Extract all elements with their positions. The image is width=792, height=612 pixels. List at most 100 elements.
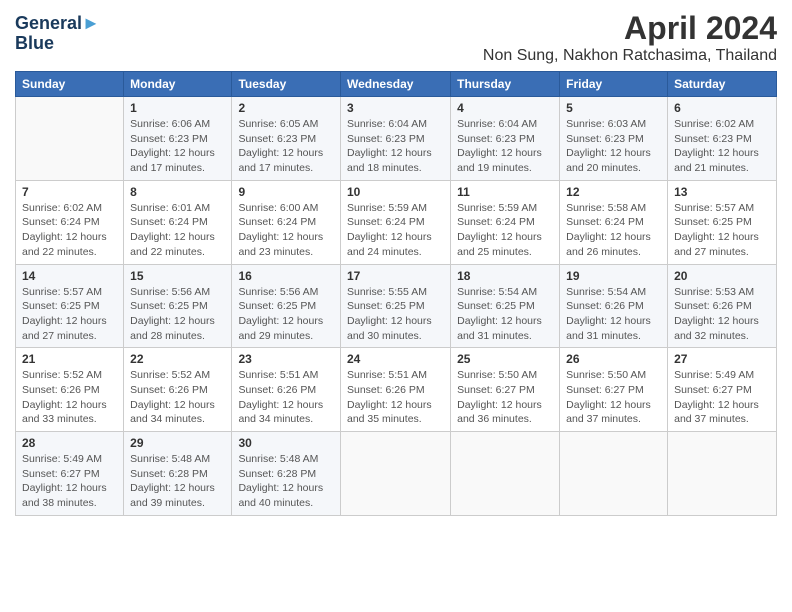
day-number: 17 xyxy=(347,269,444,283)
table-row: 19 Sunrise: 5:54 AM Sunset: 6:26 PM Dayli… xyxy=(560,264,668,348)
day-number: 16 xyxy=(238,269,334,283)
table-row: 15Sunrise: 5:56 AM Sunset: 6:25 PM Dayli… xyxy=(124,264,232,348)
calendar-week-row: 28Sunrise: 5:49 AM Sunset: 6:27 PM Dayli… xyxy=(16,432,777,516)
table-row: 23Sunrise: 5:51 AM Sunset: 6:26 PM Dayli… xyxy=(232,348,341,432)
table-row xyxy=(340,432,450,516)
day-number: 10 xyxy=(347,185,444,199)
day-info: Sunrise: 5:55 AM Sunset: 6:25 PM Dayligh… xyxy=(347,285,444,344)
col-tuesday: Tuesday xyxy=(232,72,341,97)
day-info: Sunrise: 5:54 AM Sunset: 6:25 PM Dayligh… xyxy=(457,285,553,344)
table-row: 21 Sunrise: 5:52 AM Sunset: 6:26 PM Dayli… xyxy=(16,348,124,432)
table-row: 16Sunrise: 5:56 AM Sunset: 6:25 PM Dayli… xyxy=(232,264,341,348)
day-number: 20 xyxy=(674,269,770,283)
day-info: Sunrise: 6:05 AM Sunset: 6:23 PM Dayligh… xyxy=(238,117,334,176)
day-number: 9 xyxy=(238,185,334,199)
day-number: 7 xyxy=(22,185,117,199)
day-info: Sunrise: 6:00 AM Sunset: 6:24 PM Dayligh… xyxy=(238,201,334,260)
table-row xyxy=(560,432,668,516)
day-number: 8 xyxy=(130,185,225,199)
day-info: Sunrise: 5:59 AM Sunset: 6:24 PM Dayligh… xyxy=(457,201,553,260)
day-number: 11 xyxy=(457,185,553,199)
day-number: 28 xyxy=(22,436,117,450)
day-number: 26 xyxy=(566,352,661,366)
day-number: 2 xyxy=(238,101,334,115)
day-number: 14 xyxy=(22,269,117,283)
day-info: Sunrise: 5:58 AM Sunset: 6:24 PM Dayligh… xyxy=(566,201,661,260)
day-number: 27 xyxy=(674,352,770,366)
day-number: 22 xyxy=(130,352,225,366)
day-number: 30 xyxy=(238,436,334,450)
table-row: 6 Sunrise: 6:02 AM Sunset: 6:23 PM Daylig… xyxy=(668,97,777,181)
day-info: Sunrise: 5:57 AM Sunset: 6:25 PM Dayligh… xyxy=(674,201,770,260)
header: General►Blue April 2024 Non Sung, Nakhon… xyxy=(15,10,777,65)
day-info: Sunrise: 5:54 AM Sunset: 6:26 PM Dayligh… xyxy=(566,285,661,344)
table-row: 27 Sunrise: 5:49 AM Sunset: 6:27 PM Dayli… xyxy=(668,348,777,432)
table-row: 8 Sunrise: 6:01 AM Sunset: 6:24 PM Daylig… xyxy=(124,180,232,264)
page-container: General►Blue April 2024 Non Sung, Nakhon… xyxy=(0,0,792,526)
logo-text: General►Blue xyxy=(15,14,100,54)
day-info: Sunrise: 6:01 AM Sunset: 6:24 PM Dayligh… xyxy=(130,201,225,260)
table-row: 4 Sunrise: 6:04 AM Sunset: 6:23 PM Daylig… xyxy=(451,97,560,181)
day-number: 19 xyxy=(566,269,661,283)
day-number: 13 xyxy=(674,185,770,199)
day-info: Sunrise: 5:57 AM Sunset: 6:25 PM Dayligh… xyxy=(22,285,117,344)
day-number: 24 xyxy=(347,352,444,366)
table-row: 5 Sunrise: 6:03 AM Sunset: 6:23 PM Daylig… xyxy=(560,97,668,181)
day-number: 18 xyxy=(457,269,553,283)
table-row: 2 Sunrise: 6:05 AM Sunset: 6:23 PM Daylig… xyxy=(232,97,341,181)
table-row: 24 Sunrise: 5:51 AM Sunset: 6:26 PM Dayli… xyxy=(340,348,450,432)
day-number: 12 xyxy=(566,185,661,199)
table-row: 9 Sunrise: 6:00 AM Sunset: 6:24 PM Daylig… xyxy=(232,180,341,264)
calendar-week-row: 7Sunrise: 6:02 AM Sunset: 6:24 PM Daylig… xyxy=(16,180,777,264)
calendar-week-row: 1 Sunrise: 6:06 AM Sunset: 6:23 PM Daylig… xyxy=(16,97,777,181)
title-area: April 2024 Non Sung, Nakhon Ratchasima, … xyxy=(483,10,777,65)
table-row: 18 Sunrise: 5:54 AM Sunset: 6:25 PM Dayli… xyxy=(451,264,560,348)
day-number: 6 xyxy=(674,101,770,115)
col-thursday: Thursday xyxy=(451,72,560,97)
subtitle: Non Sung, Nakhon Ratchasima, Thailand xyxy=(483,47,777,65)
main-title: April 2024 xyxy=(483,10,777,47)
calendar-table: Sunday Monday Tuesday Wednesday Thursday… xyxy=(15,71,777,516)
day-info: Sunrise: 5:48 AM Sunset: 6:28 PM Dayligh… xyxy=(130,452,225,511)
table-row: 7Sunrise: 6:02 AM Sunset: 6:24 PM Daylig… xyxy=(16,180,124,264)
day-info: Sunrise: 6:03 AM Sunset: 6:23 PM Dayligh… xyxy=(566,117,661,176)
day-info: Sunrise: 5:50 AM Sunset: 6:27 PM Dayligh… xyxy=(566,368,661,427)
table-row xyxy=(16,97,124,181)
day-number: 15 xyxy=(130,269,225,283)
day-info: Sunrise: 6:04 AM Sunset: 6:23 PM Dayligh… xyxy=(347,117,444,176)
col-friday: Friday xyxy=(560,72,668,97)
table-row: 12 Sunrise: 5:58 AM Sunset: 6:24 PM Dayli… xyxy=(560,180,668,264)
table-row: 26 Sunrise: 5:50 AM Sunset: 6:27 PM Dayli… xyxy=(560,348,668,432)
calendar-week-row: 21 Sunrise: 5:52 AM Sunset: 6:26 PM Dayli… xyxy=(16,348,777,432)
day-info: Sunrise: 6:02 AM Sunset: 6:23 PM Dayligh… xyxy=(674,117,770,176)
table-row: 20Sunrise: 5:53 AM Sunset: 6:26 PM Dayli… xyxy=(668,264,777,348)
table-row: 3Sunrise: 6:04 AM Sunset: 6:23 PM Daylig… xyxy=(340,97,450,181)
table-row xyxy=(451,432,560,516)
day-number: 1 xyxy=(130,101,225,115)
table-row: 22Sunrise: 5:52 AM Sunset: 6:26 PM Dayli… xyxy=(124,348,232,432)
day-info: Sunrise: 6:06 AM Sunset: 6:23 PM Dayligh… xyxy=(130,117,225,176)
day-number: 4 xyxy=(457,101,553,115)
table-row xyxy=(668,432,777,516)
col-monday: Monday xyxy=(124,72,232,97)
day-info: Sunrise: 5:51 AM Sunset: 6:26 PM Dayligh… xyxy=(238,368,334,427)
col-wednesday: Wednesday xyxy=(340,72,450,97)
day-info: Sunrise: 5:48 AM Sunset: 6:28 PM Dayligh… xyxy=(238,452,334,511)
calendar-header-row: Sunday Monday Tuesday Wednesday Thursday… xyxy=(16,72,777,97)
day-info: Sunrise: 6:04 AM Sunset: 6:23 PM Dayligh… xyxy=(457,117,553,176)
table-row: 1 Sunrise: 6:06 AM Sunset: 6:23 PM Daylig… xyxy=(124,97,232,181)
day-number: 5 xyxy=(566,101,661,115)
table-row: 13 Sunrise: 5:57 AM Sunset: 6:25 PM Dayli… xyxy=(668,180,777,264)
table-row: 30 Sunrise: 5:48 AM Sunset: 6:28 PM Dayli… xyxy=(232,432,341,516)
day-number: 21 xyxy=(22,352,117,366)
table-row: 17 Sunrise: 5:55 AM Sunset: 6:25 PM Dayli… xyxy=(340,264,450,348)
table-row: 10Sunrise: 5:59 AM Sunset: 6:24 PM Dayli… xyxy=(340,180,450,264)
day-info: Sunrise: 5:49 AM Sunset: 6:27 PM Dayligh… xyxy=(674,368,770,427)
day-info: Sunrise: 5:51 AM Sunset: 6:26 PM Dayligh… xyxy=(347,368,444,427)
day-number: 29 xyxy=(130,436,225,450)
table-row: 28Sunrise: 5:49 AM Sunset: 6:27 PM Dayli… xyxy=(16,432,124,516)
table-row: 29 Sunrise: 5:48 AM Sunset: 6:28 PM Dayli… xyxy=(124,432,232,516)
day-info: Sunrise: 5:52 AM Sunset: 6:26 PM Dayligh… xyxy=(22,368,117,427)
day-info: Sunrise: 5:50 AM Sunset: 6:27 PM Dayligh… xyxy=(457,368,553,427)
table-row: 11 Sunrise: 5:59 AM Sunset: 6:24 PM Dayli… xyxy=(451,180,560,264)
